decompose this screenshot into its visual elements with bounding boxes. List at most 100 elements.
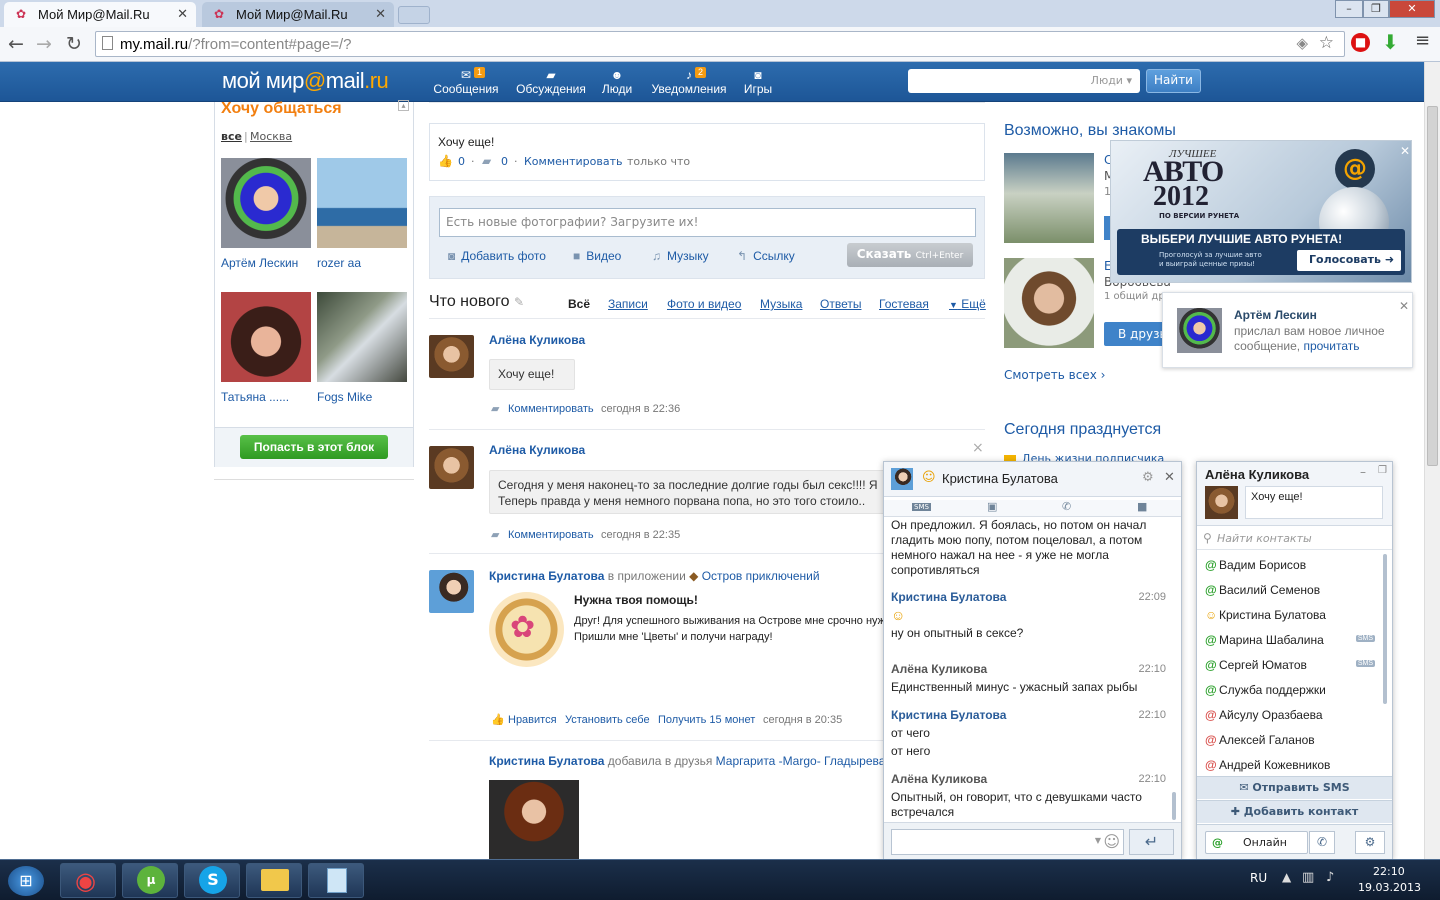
- person-name[interactable]: Fogs Mike: [317, 390, 409, 404]
- chat-input[interactable]: ▼ ☺: [891, 829, 1124, 855]
- tab-close-icon[interactable]: ✕: [375, 6, 386, 22]
- comment-link[interactable]: Комментировать: [508, 403, 594, 415]
- page-scrollbar[interactable]: [1424, 62, 1440, 859]
- contacts-scrollbar[interactable]: [1383, 554, 1387, 704]
- filter-all[interactable]: все: [221, 130, 242, 143]
- person-name[interactable]: Татьяна ......: [221, 390, 313, 404]
- nav-games[interactable]: ◙ Игры: [741, 68, 775, 96]
- edit-icon[interactable]: ✎: [514, 295, 524, 309]
- nav-notifications[interactable]: ♪ 2 Уведомления: [647, 67, 731, 96]
- tab-posts[interactable]: Записи: [608, 297, 648, 311]
- tab-more[interactable]: ▼ Ещё: [949, 297, 986, 311]
- see-all-link[interactable]: Смотреть всех ›: [1004, 368, 1105, 382]
- sms-tool[interactable]: SMS: [912, 503, 931, 511]
- popout-icon[interactable]: ❐: [1378, 465, 1387, 476]
- person-card[interactable]: Татьяна ......: [221, 292, 313, 404]
- browser-tab[interactable]: ✿ Мой Мир@Mail.Ru ✕: [202, 2, 394, 27]
- contact-item[interactable]: @ Сергей Юматов SMS: [1205, 658, 1375, 672]
- send-sms-button[interactable]: ✉ Отправить SMS: [1197, 776, 1392, 799]
- person-photo[interactable]: [221, 158, 311, 248]
- friend-photo[interactable]: [489, 780, 579, 859]
- like-count[interactable]: 0: [458, 155, 465, 168]
- join-block-button[interactable]: Попасть в этот блок: [240, 435, 388, 459]
- tab-answers[interactable]: Ответы: [820, 297, 861, 311]
- taskbar-skype[interactable]: S: [184, 863, 240, 898]
- new-tab-button[interactable]: [398, 6, 430, 24]
- add-music-button[interactable]: ♫ Музыку: [652, 249, 709, 263]
- install-link[interactable]: Установить себе: [565, 714, 650, 726]
- ad-vote-button[interactable]: Голосовать ➜: [1297, 250, 1401, 271]
- post-author[interactable]: Кристина Булатова: [489, 754, 604, 768]
- post-author[interactable]: Алёна Куликова: [489, 333, 585, 347]
- contact-item[interactable]: ☺ Кристина Булатова: [1205, 608, 1326, 622]
- contacts-search-input[interactable]: Найти контакты: [1217, 532, 1312, 545]
- scrollbar-thumb[interactable]: [1427, 106, 1438, 466]
- add-video-button[interactable]: ■ Видео: [573, 249, 621, 263]
- nav-messages[interactable]: ✉ 1 Сообщения: [430, 67, 502, 96]
- search-button[interactable]: Найти: [1146, 69, 1201, 93]
- avatar[interactable]: [429, 570, 474, 613]
- contact-item[interactable]: @ Андрей Кожевников: [1205, 758, 1330, 772]
- app-link[interactable]: Остров приключений: [702, 569, 820, 583]
- like-icon[interactable]: 👍: [438, 154, 453, 168]
- comment-link[interactable]: Комментировать: [508, 529, 594, 541]
- contact-item[interactable]: @ Василий Семенов: [1205, 583, 1320, 597]
- taskbar-chrome[interactable]: ◉: [60, 863, 116, 898]
- add-friend-button[interactable]: В друзь: [1104, 322, 1164, 346]
- avatar[interactable]: [429, 335, 474, 378]
- add-photo-button[interactable]: ◙ Добавить фото: [448, 249, 546, 263]
- reload-icon[interactable]: ↻: [66, 33, 82, 55]
- person-photo[interactable]: [221, 292, 311, 382]
- browser-tab-active[interactable]: ✿ Мой Мир@Mail.Ru ✕: [4, 2, 196, 27]
- contact-item[interactable]: @ Марина Шабалина SMS: [1205, 633, 1375, 647]
- adblock-extension-icon[interactable]: ■: [1351, 33, 1370, 52]
- post-author[interactable]: Алёна Куликова: [489, 443, 585, 457]
- taskbar-explorer[interactable]: [246, 863, 302, 898]
- address-bar[interactable]: my.mail.ru/?from=content#page=/? ◈ ☆: [95, 31, 1345, 57]
- person-photo[interactable]: [317, 292, 407, 382]
- chat-close-icon[interactable]: ✕: [1164, 470, 1175, 485]
- video-call-icon[interactable]: ■: [1137, 500, 1147, 513]
- maximize-button[interactable]: ❐: [1363, 0, 1389, 18]
- notification-avatar[interactable]: [1177, 308, 1222, 353]
- post-author[interactable]: Кристина Булатова: [489, 569, 604, 583]
- tray-expand-icon[interactable]: ▲: [1282, 870, 1291, 884]
- clock-time[interactable]: 22:10: [1373, 865, 1405, 878]
- tab-music[interactable]: Музыка: [760, 297, 802, 311]
- download-extension-icon[interactable]: ⬇: [1382, 30, 1399, 54]
- site-logo[interactable]: мой мир@mail.ru: [222, 68, 389, 94]
- settings-gear-icon[interactable]: ⚙: [1355, 831, 1385, 854]
- contact-item[interactable]: @ Вадим Борисов: [1205, 558, 1306, 572]
- contact-item[interactable]: @ Айсулу Оразбаева: [1205, 708, 1323, 722]
- collapse-icon[interactable]: ▴: [398, 100, 409, 111]
- network-icon[interactable]: ▥: [1302, 870, 1314, 885]
- bookmark-star-icon[interactable]: ☆: [1319, 33, 1334, 53]
- person-name[interactable]: rozer aa: [317, 256, 409, 270]
- say-button[interactable]: Сказать Ctrl+Enter: [847, 243, 973, 267]
- avatar[interactable]: [429, 446, 474, 489]
- minimize-button[interactable]: –: [1335, 0, 1363, 18]
- status-select[interactable]: @ Онлайн: [1205, 831, 1308, 854]
- language-indicator[interactable]: RU: [1250, 871, 1267, 885]
- like-link[interactable]: Нравится: [508, 714, 557, 726]
- search-scope-select[interactable]: Люди ▾: [1091, 74, 1132, 87]
- app-image[interactable]: ✿: [489, 592, 564, 667]
- contact-item[interactable]: @ Служба поддержки: [1205, 683, 1326, 697]
- owner-status[interactable]: Хочу еще!: [1245, 486, 1383, 519]
- translate-icon[interactable]: ◈: [1296, 34, 1308, 52]
- gear-icon[interactable]: ⚙: [1142, 470, 1154, 485]
- suggested-photo[interactable]: [1004, 153, 1094, 243]
- close-window-button[interactable]: ✕: [1389, 0, 1435, 18]
- suggested-photo[interactable]: [1004, 258, 1094, 348]
- forward-icon[interactable]: →: [36, 33, 52, 55]
- volume-icon[interactable]: ♪: [1326, 870, 1334, 885]
- minimize-icon[interactable]: –: [1360, 465, 1366, 479]
- tab-guestbook[interactable]: Гостевая: [879, 297, 929, 311]
- filter-city[interactable]: Москва: [250, 130, 292, 143]
- get-coins-link[interactable]: Получить 15 монет: [658, 714, 755, 726]
- person-card[interactable]: Fogs Mike: [317, 292, 409, 404]
- person-card[interactable]: Артём Лескин: [221, 158, 313, 270]
- comment-count[interactable]: 0: [501, 155, 508, 168]
- ad-close-icon[interactable]: ✕: [1400, 144, 1410, 158]
- tab-close-icon[interactable]: ✕: [177, 6, 188, 22]
